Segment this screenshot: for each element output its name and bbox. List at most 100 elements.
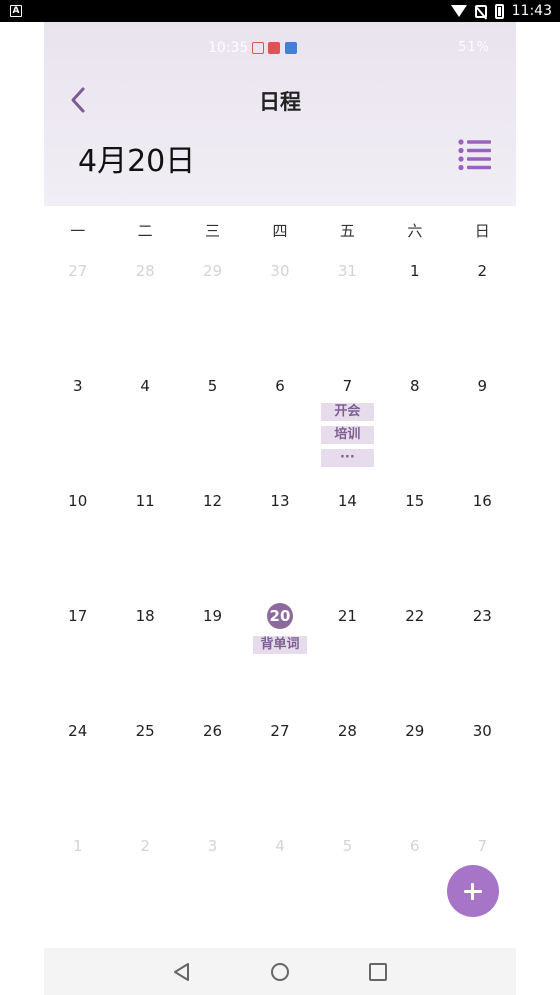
calendar-day-cell[interactable]: 28 xyxy=(314,718,381,833)
day-number-text: 2 xyxy=(140,837,150,855)
calendar-day-cell[interactable]: 24 xyxy=(44,718,111,833)
weekday-label: 五 xyxy=(339,222,355,240)
calendar-day-cell[interactable]: 3 xyxy=(44,373,111,488)
calendar-day-cell[interactable]: 5 xyxy=(179,373,246,488)
day-number-text: 5 xyxy=(207,377,218,395)
nav-home-button[interactable] xyxy=(270,962,290,982)
day-number: 7 xyxy=(314,375,381,397)
day-number: 10 xyxy=(44,490,111,512)
day-number-text: 23 xyxy=(472,607,492,625)
day-number-text: 1 xyxy=(410,262,420,280)
day-number: 6 xyxy=(381,835,448,857)
calendar-day-cell[interactable]: 31 xyxy=(314,258,381,373)
day-number-text: 4 xyxy=(140,377,150,395)
nav-recents-button[interactable] xyxy=(369,963,387,981)
calendar-day-cell[interactable]: 20 背单词 xyxy=(246,603,313,718)
calendar-day-cell[interactable]: 6 xyxy=(381,833,448,948)
inner-status-battery: 51% xyxy=(458,40,490,55)
calendar-day-cell[interactable]: 8 xyxy=(381,373,448,488)
system-status-bar: A 11:43 xyxy=(0,0,560,22)
calendar-day-cell[interactable]: 1 xyxy=(44,833,111,948)
calendar-day-cell[interactable]: 6 xyxy=(246,373,313,488)
calendar-day-cell[interactable]: 30 xyxy=(246,258,313,373)
calendar-day-cell[interactable]: 28 xyxy=(111,258,178,373)
weekday-label: 三 xyxy=(205,222,221,240)
calendar-day-cell[interactable]: 2 xyxy=(111,833,178,948)
add-schedule-button[interactable] xyxy=(447,865,499,917)
calendar-day-cell[interactable]: 11 xyxy=(111,488,178,603)
calendar-day-cell[interactable]: 17 xyxy=(44,603,111,718)
day-number-text: 30 xyxy=(472,722,492,740)
day-number: 22 xyxy=(381,605,448,627)
day-number: 9 xyxy=(449,375,516,397)
calendar-day-cell[interactable]: 19 xyxy=(179,603,246,718)
day-number: 8 xyxy=(381,375,448,397)
calendar-day-cell[interactable]: 5 xyxy=(314,833,381,948)
list-view-button[interactable] xyxy=(456,138,492,172)
day-number-text: 22 xyxy=(405,607,425,625)
calendar-day-cell[interactable]: 1 xyxy=(381,258,448,373)
nav-back-button[interactable] xyxy=(172,962,192,982)
day-number: 30 xyxy=(246,260,313,282)
day-number-text: 15 xyxy=(405,492,425,510)
day-number: 16 xyxy=(449,490,516,512)
day-number: 11 xyxy=(111,490,178,512)
day-number-text: 21 xyxy=(337,607,357,625)
day-number-text: 11 xyxy=(135,492,155,510)
day-number-text: 8 xyxy=(410,377,420,395)
event-chip[interactable]: 背单词 xyxy=(253,636,307,654)
day-number: 5 xyxy=(314,835,381,857)
calendar-day-cell[interactable]: 27 xyxy=(44,258,111,373)
day-number: 3 xyxy=(44,375,111,397)
calendar-day-cell[interactable]: 4 xyxy=(246,833,313,948)
calendar-day-cell[interactable]: 25 xyxy=(111,718,178,833)
calendar-day-cell[interactable]: 13 xyxy=(246,488,313,603)
calendar-day-cell[interactable]: 29 xyxy=(381,718,448,833)
day-number-text: 6 xyxy=(275,377,285,395)
weekday-header: 一 二 三 四 五 六 日 xyxy=(44,220,516,244)
navigation-bar xyxy=(44,948,516,995)
day-number: 1 xyxy=(381,260,448,282)
calendar-day-cell[interactable]: 27 xyxy=(246,718,313,833)
weekday-label: 二 xyxy=(137,222,153,240)
day-number-text: 17 xyxy=(68,607,88,625)
calendar-day-cell[interactable]: 16 xyxy=(449,488,516,603)
notification-app-icon: A xyxy=(10,5,22,17)
calendar-day-cell[interactable]: 2 xyxy=(449,258,516,373)
calendar-day-cell[interactable]: 3 xyxy=(179,833,246,948)
day-number-text: 5 xyxy=(342,837,353,855)
selected-date-label: 4月20日 xyxy=(78,144,196,179)
day-number-text: 30 xyxy=(270,262,290,280)
day-number: 2 xyxy=(111,835,178,857)
day-number-text: 18 xyxy=(135,607,155,625)
calendar-day-cell[interactable]: 23 xyxy=(449,603,516,718)
day-number: 6 xyxy=(246,375,313,397)
calendar-day-cell[interactable]: 26 xyxy=(179,718,246,833)
day-number: 13 xyxy=(246,490,313,512)
day-number: 15 xyxy=(381,490,448,512)
calendar-day-cell[interactable]: 21 xyxy=(314,603,381,718)
calendar-day-cell[interactable]: 18 xyxy=(111,603,178,718)
calendar-day-cell[interactable]: 29 xyxy=(179,258,246,373)
day-number: 2 xyxy=(449,260,516,282)
event-chip[interactable]: 培训 xyxy=(320,426,375,444)
circle-home-icon xyxy=(271,963,289,981)
system-time: 11:43 xyxy=(511,3,552,19)
calendar-day-cell[interactable]: 30 xyxy=(449,718,516,833)
calendar-day-cell[interactable]: 7 开会培训 ··· xyxy=(314,373,381,488)
calendar-day-cell[interactable]: 4 xyxy=(111,373,178,488)
weekday-label: 日 xyxy=(474,222,490,240)
calendar-day-cell[interactable]: 10 xyxy=(44,488,111,603)
calendar-day-cell[interactable]: 9 xyxy=(449,373,516,488)
calendar-day-cell[interactable]: 12 xyxy=(179,488,246,603)
calendar-day-cell[interactable]: 14 xyxy=(314,488,381,603)
event-chip[interactable]: ··· xyxy=(320,449,375,467)
day-number-text: 14 xyxy=(337,492,357,510)
day-number-text: 31 xyxy=(337,262,357,280)
day-number: 27 xyxy=(246,720,313,742)
day-number: 21 xyxy=(314,605,381,627)
day-number-text: 16 xyxy=(472,492,492,510)
calendar-day-cell[interactable]: 22 xyxy=(381,603,448,718)
calendar-day-cell[interactable]: 15 xyxy=(381,488,448,603)
event-chip[interactable]: 开会 xyxy=(320,403,375,421)
